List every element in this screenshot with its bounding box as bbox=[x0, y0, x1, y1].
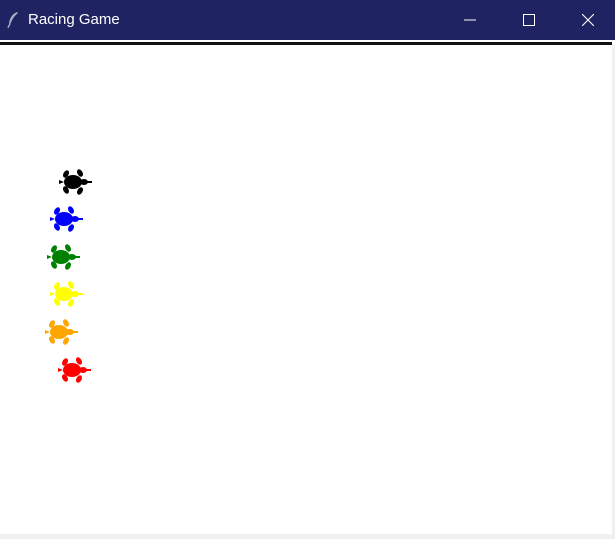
window-bottom-border bbox=[0, 534, 615, 539]
red-turtle-icon bbox=[58, 357, 91, 383]
maximize-icon bbox=[523, 14, 535, 26]
minimize-icon bbox=[464, 19, 476, 21]
minimize-button[interactable] bbox=[447, 0, 493, 40]
feather-icon bbox=[7, 12, 18, 29]
close-button[interactable] bbox=[565, 0, 611, 40]
orange-turtle-icon bbox=[45, 319, 78, 345]
race-canvas[interactable] bbox=[0, 45, 612, 534]
black-turtle-icon bbox=[59, 169, 92, 195]
close-icon bbox=[582, 14, 594, 26]
blue-turtle-icon bbox=[50, 206, 83, 232]
title-bar[interactable]: Racing Game bbox=[0, 0, 615, 40]
app-window: Racing Game bbox=[0, 0, 615, 539]
green-turtle-icon bbox=[47, 244, 80, 270]
window-title: Racing Game bbox=[28, 11, 120, 28]
yellow-turtle-icon bbox=[50, 281, 83, 307]
maximize-button[interactable] bbox=[506, 0, 552, 40]
